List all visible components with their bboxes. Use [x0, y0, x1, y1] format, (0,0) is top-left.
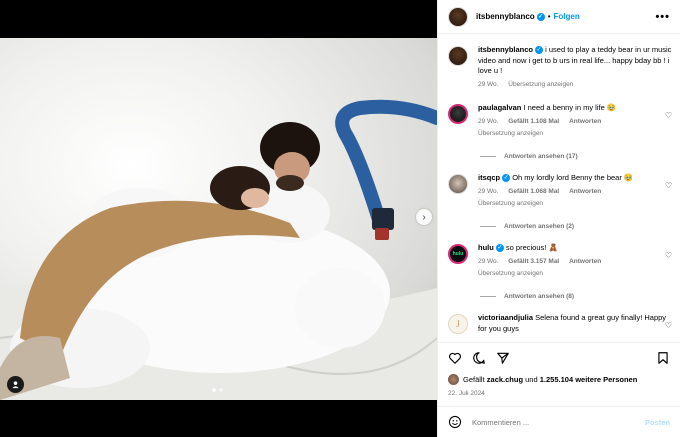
view-replies[interactable]: Antworten ansehen (8): [480, 293, 574, 300]
commenter-username[interactable]: hulu: [478, 243, 494, 252]
translate-link[interactable]: Übersetzung anzeigen: [478, 199, 672, 210]
heart-icon[interactable]: [448, 351, 462, 365]
translate-link[interactable]: Übersetzung anzeigen: [508, 81, 573, 88]
commenter-username[interactable]: itsqcp: [478, 173, 500, 182]
liked-prefix: Gefällt: [463, 375, 485, 384]
commenter-username[interactable]: paulagalvan: [478, 103, 521, 112]
liked-others-count[interactable]: 1.255.104 weitere Personen: [540, 375, 638, 384]
comment-like-icon[interactable]: ♡: [665, 321, 672, 330]
comment-composer: Posten: [438, 406, 680, 437]
comment-likes[interactable]: Gefällt 1.108 Mal: [508, 118, 559, 125]
photo-illustration: [0, 99, 437, 400]
next-slide-button[interactable]: ›: [416, 209, 432, 225]
post-comment-button[interactable]: Posten: [645, 418, 670, 427]
verified-badge-icon: ✓: [502, 174, 511, 183]
comment-row: paulagalvan I need a benny in my life 🥹 …: [448, 103, 672, 140]
caption-username[interactable]: itsbennyblanco: [478, 45, 533, 54]
comment-text: I need a benny in my life 🥹: [523, 103, 617, 112]
author-avatar[interactable]: [448, 6, 468, 27]
carousel-dots: [212, 388, 223, 392]
hulu-logo: hulu: [452, 251, 464, 257]
post-photo[interactable]: [0, 38, 437, 400]
verified-badge-icon: ✓: [535, 46, 544, 55]
author-avatar[interactable]: [448, 46, 468, 66]
commenter-avatar[interactable]: [448, 174, 468, 194]
comment-age[interactable]: 29 Wo.: [478, 188, 498, 195]
caption-age[interactable]: 29 Wo.: [478, 81, 498, 88]
liked-conj: und: [525, 375, 538, 384]
comment-like-icon[interactable]: ♡: [665, 181, 672, 190]
comment-likes[interactable]: Gefällt 1.068 Mal: [508, 188, 559, 195]
translate-link[interactable]: Übersetzung anzeigen: [478, 129, 672, 140]
liker-avatar[interactable]: [448, 374, 459, 385]
save-icon[interactable]: [656, 351, 670, 365]
carousel-dot: [212, 388, 216, 392]
comments-list[interactable]: itsbennyblanco ✓ i used to play a teddy b…: [438, 35, 680, 340]
caption-row: itsbennyblanco ✓ i used to play a teddy b…: [448, 45, 672, 90]
chevron-right-icon: ›: [422, 211, 426, 223]
action-bar: [438, 342, 680, 372]
comment-row: itsqcp ✓ Oh my lordly lord Benny the bear…: [448, 173, 672, 210]
post-date[interactable]: 22. Juli 2024: [448, 390, 485, 397]
verified-badge-icon: ✓: [536, 12, 545, 21]
comment-age[interactable]: 29 Wo.: [478, 258, 498, 265]
comment-like-icon[interactable]: ♡: [665, 111, 672, 120]
post-side-panel: itsbennyblanco ✓ • Folgen ••• itsbennybla…: [437, 0, 680, 437]
view-replies[interactable]: Antworten ansehen (17): [480, 153, 578, 160]
tag-user-icon[interactable]: [7, 376, 24, 393]
comment-like-icon[interactable]: ♡: [665, 251, 672, 260]
victoria-logo: J: [456, 319, 460, 329]
reply-button[interactable]: Antworten: [569, 118, 601, 125]
translate-link[interactable]: Übersetzung anzeigen: [478, 269, 672, 280]
comment-row: hulu hulu ✓ so precious! 🧸 29 Wo. Gefällt…: [448, 243, 672, 280]
likes-summary: Gefällt zack.chug und 1.255.104 weitere …: [448, 374, 637, 385]
share-icon[interactable]: [496, 351, 510, 365]
post-header: itsbennyblanco ✓ • Folgen •••: [438, 0, 680, 34]
emoji-icon[interactable]: [448, 415, 462, 429]
separator-dot: •: [547, 12, 551, 21]
carousel-dot: [219, 388, 223, 392]
follow-button[interactable]: Folgen: [554, 12, 580, 21]
reply-button[interactable]: Antworten: [569, 188, 601, 195]
comment-input[interactable]: [472, 417, 645, 427]
more-options-icon[interactable]: •••: [655, 11, 670, 23]
comment-text: Oh my lordly lord Benny the bear 🥹: [512, 173, 634, 182]
verified-badge-icon: ✓: [495, 244, 504, 253]
author-username[interactable]: itsbennyblanco ✓: [476, 12, 545, 21]
commenter-avatar[interactable]: [448, 104, 468, 124]
commenter-username[interactable]: victoriaandjulia: [478, 313, 533, 322]
commenter-avatar[interactable]: J: [448, 314, 468, 334]
liked-by-user[interactable]: zack.chug: [487, 375, 523, 384]
commenter-avatar[interactable]: hulu: [448, 244, 468, 264]
comment-text: so precious! 🧸: [505, 243, 558, 252]
comment-likes[interactable]: Gefällt 3.157 Mal: [508, 258, 559, 265]
comment-icon[interactable]: [472, 351, 486, 365]
comment-row: J victoriaandjulia Selena found a great …: [448, 313, 672, 334]
post-media: ›: [0, 0, 437, 437]
reply-button[interactable]: Antworten: [569, 258, 601, 265]
comment-age[interactable]: 29 Wo.: [478, 118, 498, 125]
view-replies[interactable]: Antworten ansehen (2): [480, 223, 574, 230]
